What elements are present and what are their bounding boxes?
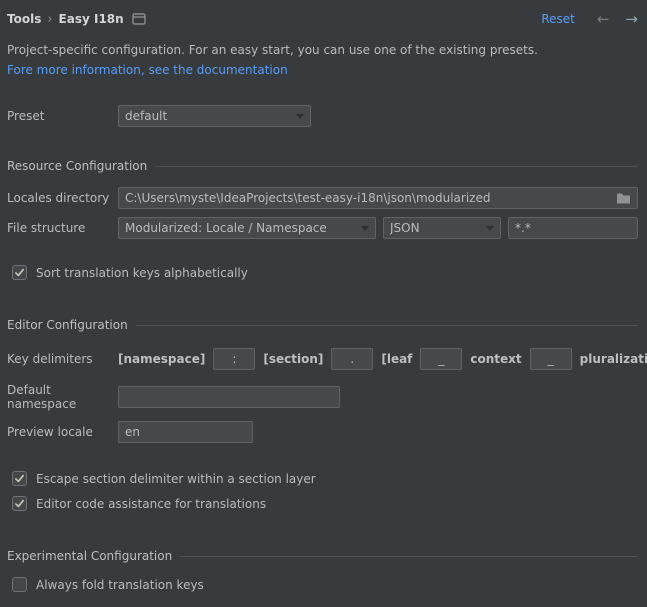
- experimental-section-title: Experimental Configuration: [7, 549, 172, 563]
- reset-link[interactable]: Reset: [541, 12, 575, 26]
- escape-section-checkbox[interactable]: [12, 471, 27, 486]
- file-format-dropdown[interactable]: JSON: [383, 217, 501, 239]
- breadcrumb-easy-i18n: Easy I18n: [59, 12, 124, 26]
- preset-label: Preset: [7, 109, 118, 123]
- plural-delimiter-input[interactable]: [537, 352, 565, 366]
- file-structure-dropdown[interactable]: Modularized: Locale / Namespace: [118, 217, 376, 239]
- key-delimiters-label: Key delimiters: [7, 352, 118, 366]
- preview-locale-input[interactable]: [125, 425, 246, 439]
- editor-section-title: Editor Configuration: [7, 318, 128, 332]
- chevron-down-icon: [296, 114, 304, 119]
- key-delimiters-row: Key delimiters [namespace] [section] [le…: [7, 348, 638, 370]
- code-assistance-checkbox[interactable]: [12, 496, 27, 511]
- sort-keys-checkbox-row[interactable]: Sort translation keys alphabetically: [12, 265, 638, 280]
- namespace-delimiter-field[interactable]: [213, 348, 255, 370]
- chevron-right-icon: ›: [41, 12, 58, 27]
- preset-row: Preset default: [7, 105, 638, 127]
- sort-keys-checkbox[interactable]: [12, 265, 27, 280]
- chevron-down-icon: [486, 226, 494, 231]
- section-delimiter-input[interactable]: [338, 352, 366, 366]
- preview-locale-row: Preview locale: [7, 421, 638, 443]
- namespace-delimiter-input[interactable]: [220, 352, 248, 366]
- resource-section-header: Resource Configuration: [7, 159, 638, 173]
- file-structure-row: File structure Modularized: Locale / Nam…: [7, 217, 638, 239]
- section-delimiter-field[interactable]: [331, 348, 373, 370]
- locales-directory-input[interactable]: [125, 191, 610, 205]
- default-namespace-input[interactable]: [125, 390, 333, 404]
- locales-directory-label: Locales directory: [7, 191, 118, 205]
- locales-directory-field[interactable]: [118, 187, 638, 209]
- pluralization-token: pluralization]: [580, 352, 647, 366]
- fold-keys-checkbox-row[interactable]: Always fold translation keys: [12, 577, 638, 592]
- file-structure-label: File structure: [7, 221, 118, 235]
- editor-section-header: Editor Configuration: [7, 318, 638, 332]
- section-divider: [180, 556, 638, 557]
- locales-directory-row: Locales directory: [7, 187, 638, 209]
- experimental-section-header: Experimental Configuration: [7, 549, 638, 563]
- escape-section-checkbox-label: Escape section delimiter within a sectio…: [36, 472, 316, 486]
- preset-dropdown[interactable]: default: [118, 105, 311, 127]
- topbar-actions: Reset ← →: [541, 12, 638, 27]
- forward-arrow-icon[interactable]: →: [625, 12, 638, 27]
- escape-section-checkbox-row[interactable]: Escape section delimiter within a sectio…: [12, 471, 638, 486]
- preset-dropdown-value: default: [125, 109, 167, 123]
- preview-locale-field[interactable]: [118, 421, 253, 443]
- leaf-token: [leaf: [381, 352, 412, 366]
- file-pattern-field[interactable]: [508, 217, 638, 239]
- context-delimiter-input[interactable]: [427, 352, 455, 366]
- sort-keys-checkbox-label: Sort translation keys alphabetically: [36, 266, 248, 280]
- help-topic-icon[interactable]: [132, 13, 146, 25]
- namespace-token: [namespace]: [118, 352, 205, 366]
- documentation-link[interactable]: Fore more information, see the documenta…: [7, 63, 288, 77]
- breadcrumb: Tools › Easy I18n: [7, 12, 146, 27]
- file-structure-dropdown-value: Modularized: Locale / Namespace: [125, 221, 327, 235]
- fold-keys-checkbox-label: Always fold translation keys: [36, 578, 204, 592]
- section-divider: [155, 166, 638, 167]
- section-divider: [136, 325, 638, 326]
- resource-section-title: Resource Configuration: [7, 159, 147, 173]
- preview-locale-label: Preview locale: [7, 425, 118, 439]
- description-text: Project-specific configuration. For an e…: [7, 43, 638, 57]
- plural-delimiter-field[interactable]: [530, 348, 572, 370]
- code-assistance-checkbox-label: Editor code assistance for translations: [36, 497, 266, 511]
- topbar: Tools › Easy I18n Reset ← →: [7, 8, 638, 30]
- code-assistance-checkbox-row[interactable]: Editor code assistance for translations: [12, 496, 638, 511]
- default-namespace-label: Default namespace: [7, 383, 118, 411]
- chevron-down-icon: [361, 226, 369, 231]
- default-namespace-field[interactable]: [118, 386, 340, 408]
- back-arrow-icon[interactable]: ←: [597, 12, 610, 27]
- file-pattern-input[interactable]: [515, 221, 631, 235]
- file-format-dropdown-value: JSON: [390, 221, 420, 235]
- folder-icon[interactable]: [616, 192, 631, 204]
- context-token: context: [470, 352, 521, 366]
- context-delimiter-field[interactable]: [420, 348, 462, 370]
- default-namespace-row: Default namespace: [7, 383, 638, 411]
- breadcrumb-tools[interactable]: Tools: [7, 12, 41, 26]
- section-token: [section]: [263, 352, 323, 366]
- easy-i18n-settings-page: Tools › Easy I18n Reset ← → Project-spec…: [0, 0, 647, 607]
- fold-keys-checkbox[interactable]: [12, 577, 27, 592]
